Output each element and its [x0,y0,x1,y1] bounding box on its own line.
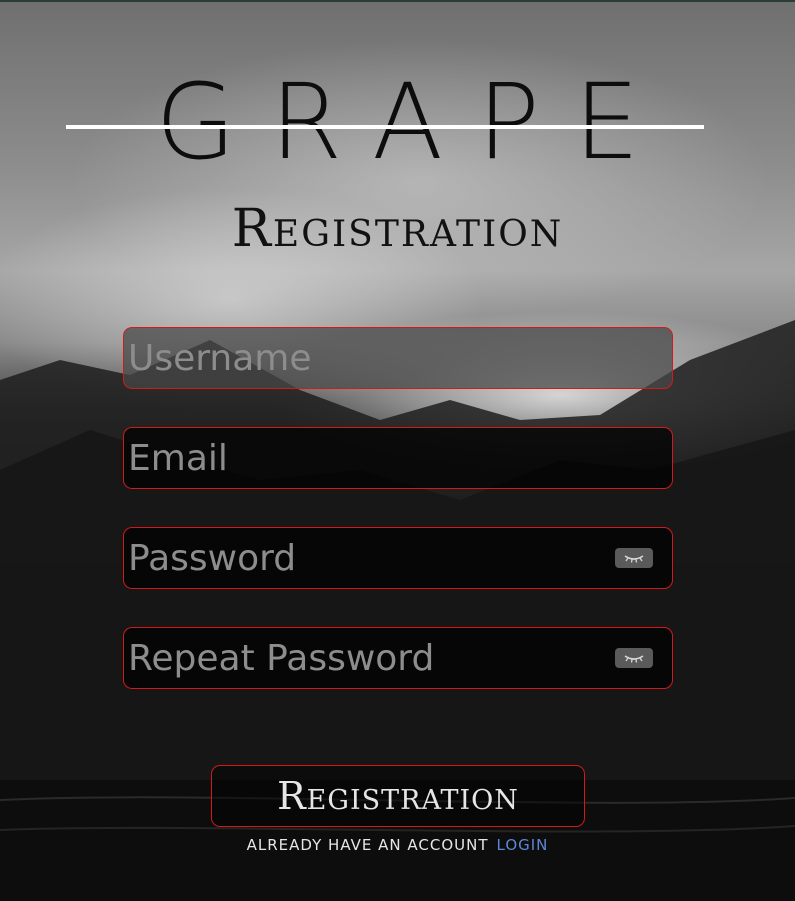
username-input[interactable] [124,328,672,388]
repeat-password-field[interactable] [123,627,673,689]
login-link[interactable]: LOGIN [497,836,549,854]
eye-closed-icon-glyph [624,655,644,663]
email-field[interactable] [123,427,673,489]
app-logo: GRAPE [155,61,674,183]
login-prompt: ALREADY HAVE AN ACCOUNT LOGIN [0,836,795,854]
page-title: Registration [231,199,564,259]
registration-button[interactable]: Registration [211,765,585,827]
eye-closed-icon-glyph [624,555,644,563]
login-prompt-text: ALREADY HAVE AN ACCOUNT [246,836,489,854]
eye-closed-icon[interactable] [615,648,653,668]
repeat-password-input[interactable] [124,628,672,688]
logo-strikethrough-line [66,125,704,129]
email-input[interactable] [124,428,672,488]
eye-closed-icon[interactable] [615,548,653,568]
password-input[interactable] [124,528,672,588]
password-field[interactable] [123,527,673,589]
username-field[interactable] [123,327,673,389]
top-border [0,0,795,2]
